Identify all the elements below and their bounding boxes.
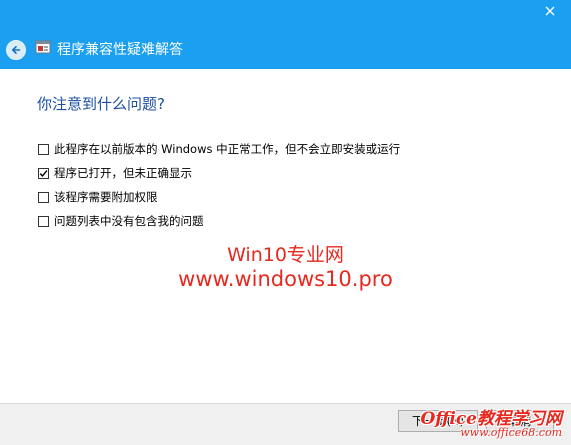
content-area [0, 69, 571, 403]
site-logo-watermark: Office教程学习网 www.office68.com [421, 404, 568, 444]
option-display-incorrect[interactable]: 程序已打开，但未正确显示 [38, 165, 192, 181]
watermark-title: Win10专业网 [227, 244, 344, 266]
compatibility-app-icon [35, 40, 51, 54]
checkbox[interactable] [38, 191, 49, 203]
logo-url: www.office68.com [460, 426, 562, 439]
title-bar: 程序兼容性疑难解答 [0, 0, 571, 69]
checkbox-checked[interactable] [38, 167, 49, 179]
option-label: 程序已打开，但未正确显示 [54, 166, 192, 180]
option-label: 问题列表中没有包含我的问题 [54, 214, 204, 228]
checkbox[interactable] [38, 143, 49, 155]
option-label: 此程序在以前版本的 Windows 中正常工作，但不会立即安装或运行 [54, 142, 401, 156]
troubleshooter-window: 程序兼容性疑难解答 你注意到什么问题? 此程序在以前版本的 Windows 中正… [0, 0, 571, 445]
back-button[interactable] [6, 40, 26, 60]
close-icon [545, 6, 555, 16]
option-not-listed[interactable]: 问题列表中没有包含我的问题 [38, 213, 204, 229]
checkbox[interactable] [38, 215, 49, 227]
option-label: 该程序需要附加权限 [54, 190, 158, 204]
close-button[interactable] [537, 2, 563, 20]
watermark-url: www.windows10.pro [178, 267, 393, 291]
back-arrow-icon [12, 46, 21, 54]
option-previous-windows[interactable]: 此程序在以前版本的 Windows 中正常工作，但不会立即安装或运行 [38, 141, 400, 157]
checkmark-icon [39, 169, 48, 177]
question-heading: 你注意到什么问题? [37, 95, 165, 113]
option-additional-permissions[interactable]: 该程序需要附加权限 [38, 189, 158, 205]
window-title: 程序兼容性疑难解答 [57, 42, 183, 58]
